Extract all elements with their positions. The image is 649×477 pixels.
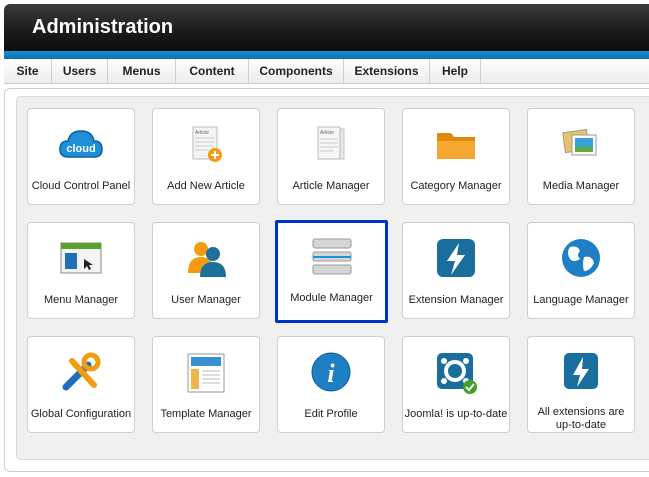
- joomla-check-icon: [437, 353, 477, 394]
- folder-icon: [437, 133, 475, 159]
- cloud-icon: cloud: [59, 130, 103, 158]
- menu-window-icon: [60, 242, 102, 274]
- tile-all-extensions-up-to-date[interactable]: All extensions are up-to-date: [527, 336, 635, 433]
- media-icon: [562, 128, 597, 156]
- lightning-icon: [437, 239, 475, 277]
- tile-category-manager[interactable]: Category Manager: [402, 108, 510, 205]
- tile-label: Cloud Control Panel: [31, 180, 131, 192]
- tile-label: User Manager: [171, 294, 241, 306]
- globe-icon: [562, 239, 600, 277]
- tile-module-manager[interactable]: Module Manager: [275, 220, 388, 323]
- menu-users[interactable]: Users: [52, 59, 108, 83]
- admin-header: Administration: [4, 4, 649, 51]
- menu-menus[interactable]: Menus: [108, 59, 176, 83]
- svg-text:i: i: [327, 359, 335, 388]
- tile-label: Template Manager: [160, 408, 252, 420]
- tile-extension-manager[interactable]: Extension Manager: [402, 222, 510, 319]
- svg-text:Article: Article: [320, 130, 334, 136]
- tile-label: Joomla! is up-to-date: [404, 408, 508, 420]
- tile-joomla-up-to-date[interactable]: Joomla! is up-to-date: [402, 336, 510, 433]
- tile-global-configuration[interactable]: Global Configuration: [27, 336, 135, 433]
- tile-label: Media Manager: [542, 180, 620, 192]
- tile-language-manager[interactable]: Language Manager: [527, 222, 635, 319]
- tile-label: Edit Profile: [304, 408, 358, 420]
- header-accent-strip: [4, 51, 649, 59]
- tile-label: Add New Article: [167, 180, 245, 192]
- svg-text:Article: Article: [195, 130, 209, 136]
- main-menu-bar: Site Users Menus Content Components Exte…: [4, 59, 649, 84]
- tile-template-manager[interactable]: Template Manager: [152, 336, 260, 433]
- tile-label: Language Manager: [533, 294, 629, 306]
- lightning-small-icon: [564, 353, 598, 389]
- template-icon: [187, 353, 225, 393]
- menu-components[interactable]: Components: [249, 59, 344, 83]
- svg-text:cloud: cloud: [66, 143, 95, 155]
- tile-label: Article Manager: [292, 180, 370, 192]
- module-stack-icon: [312, 238, 351, 275]
- tile-media-manager[interactable]: Media Manager: [527, 108, 635, 205]
- users-icon: [188, 242, 226, 277]
- tile-edit-profile[interactable]: i Edit Profile: [277, 336, 385, 433]
- menu-site[interactable]: Site: [4, 59, 52, 83]
- menu-content[interactable]: Content: [176, 59, 249, 83]
- tile-article-manager[interactable]: Article Article Manager: [277, 108, 385, 205]
- tile-add-new-article[interactable]: Article Add New Article: [152, 108, 260, 205]
- tile-menu-manager[interactable]: Menu Manager: [27, 222, 135, 319]
- tools-icon: [62, 352, 101, 391]
- article-icon: Article: [317, 126, 345, 160]
- tile-label: Category Manager: [410, 180, 502, 192]
- menu-help[interactable]: Help: [430, 59, 481, 83]
- page-title: Administration: [32, 16, 174, 38]
- tile-user-manager[interactable]: User Manager: [152, 222, 260, 319]
- menu-extensions[interactable]: Extensions: [344, 59, 430, 83]
- tile-label: Module Manager: [290, 292, 373, 304]
- tile-cloud-control-panel[interactable]: cloud Cloud Control Panel: [27, 108, 135, 205]
- tile-label: Menu Manager: [44, 294, 118, 306]
- tile-label: Global Configuration: [30, 408, 132, 420]
- tile-label: Extension Manager: [408, 294, 504, 306]
- info-icon: i: [311, 352, 351, 392]
- add-article-icon: Article: [192, 126, 222, 162]
- tile-label: All extensions are up-to-date: [537, 406, 625, 431]
